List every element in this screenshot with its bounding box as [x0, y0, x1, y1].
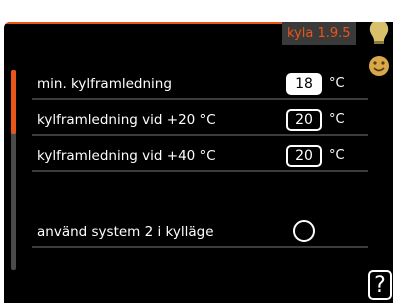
scrollbar-thumb[interactable] — [11, 70, 16, 134]
row-label: använd system 2 i kylläge — [37, 224, 214, 240]
system-2-radio[interactable] — [293, 220, 315, 242]
row-kylframledning-20[interactable]: kylframledning vid +20 °C 20 °C — [32, 108, 368, 136]
menu-panel: kyla 1.9.5 min. kylframledning 18 °C kyl… — [4, 22, 393, 303]
help-icon[interactable]: ? — [368, 270, 392, 300]
row-system-2-cooling[interactable]: använd system 2 i kylläge — [32, 220, 368, 248]
smiley-icon — [369, 56, 389, 76]
unit-label: °C — [329, 148, 345, 163]
value-min-kylframledning[interactable]: 18 — [286, 73, 322, 95]
screen: kyla 1.9.5 min. kylframledning 18 °C kyl… — [0, 0, 393, 303]
row-min-kylframledning[interactable]: min. kylframledning 18 °C — [32, 72, 368, 100]
unit-label: °C — [329, 76, 345, 91]
value-kylframledning-40[interactable]: 20 — [286, 145, 322, 167]
lightbulb-icon — [369, 22, 389, 44]
row-kylframledning-40[interactable]: kylframledning vid +40 °C 20 °C — [32, 144, 368, 172]
menu-code-label: kyla 1.9.5 — [282, 22, 356, 45]
scrollbar[interactable] — [11, 70, 16, 270]
row-label: kylframledning vid +20 °C — [37, 112, 216, 128]
unit-label: °C — [329, 112, 345, 127]
row-label: kylframledning vid +40 °C — [37, 148, 216, 164]
header-divider — [4, 22, 286, 24]
value-kylframledning-20[interactable]: 20 — [286, 109, 322, 131]
row-label: min. kylframledning — [37, 76, 172, 92]
